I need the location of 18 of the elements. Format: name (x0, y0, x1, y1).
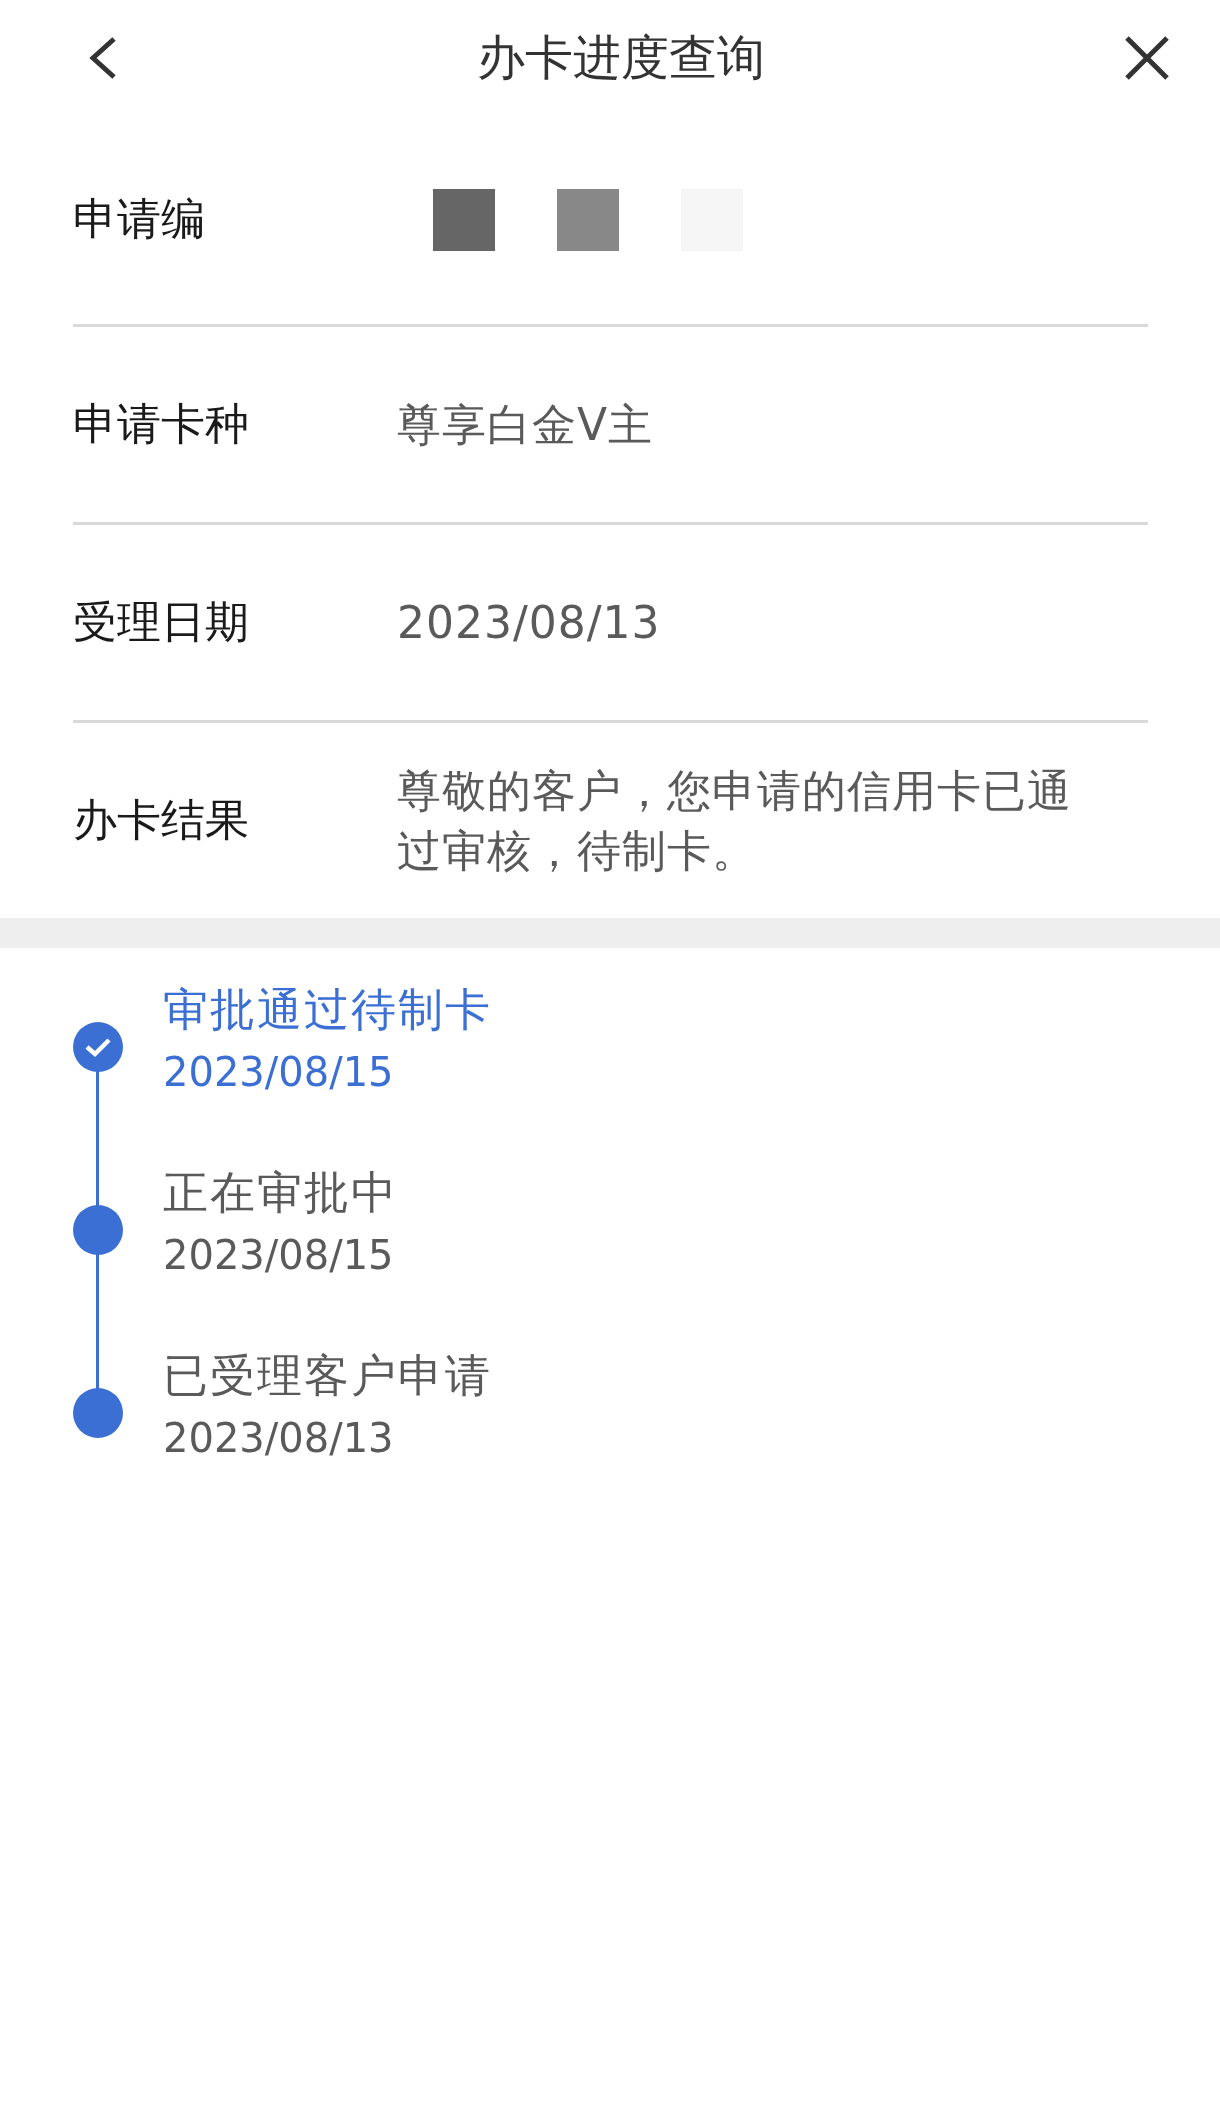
page-title: 办卡进度查询 (477, 27, 765, 87)
step-title: 审批通过待制卡 (163, 982, 492, 1038)
field-label: 办卡结果 (73, 793, 250, 847)
step-date: 2023/08/15 (163, 1048, 395, 1097)
close-icon[interactable] (1124, 34, 1170, 81)
step-date: 2023/08/15 (163, 1231, 395, 1280)
field-label: 申请编 (73, 192, 206, 246)
redaction-block (557, 188, 619, 251)
step-date: 2023/08/13 (163, 1414, 395, 1463)
step-title: 已受理客户申请 (163, 1348, 492, 1404)
step-title: 正在审批中 (163, 1165, 398, 1221)
field-label: 受理日期 (73, 595, 250, 649)
field-label: 申请卡种 (73, 397, 250, 451)
back-icon[interactable] (88, 35, 118, 80)
redaction-block (433, 188, 495, 251)
field-value: 尊敬的客户，您申请的信用卡已通过审核，待制卡。 (397, 763, 1073, 878)
field-value: 尊享白金V主 (397, 397, 655, 452)
field-value: 2023/08/13 (397, 595, 662, 650)
